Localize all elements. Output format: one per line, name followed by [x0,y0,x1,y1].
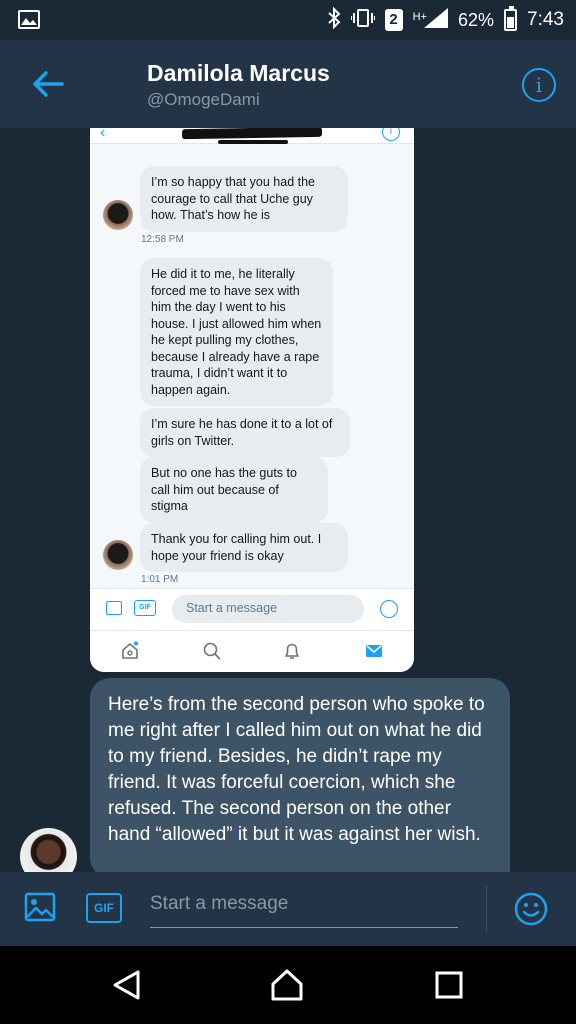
screenshot-notifications-icon [282,641,302,666]
battery-icon [504,6,518,31]
clock: 7:43 [527,9,564,30]
recent-apps-icon[interactable] [432,968,466,1002]
shared-screenshot-image[interactable]: ‹ i I’m so happy that you had the courag… [90,128,414,672]
battery-percent: 62% [457,9,495,30]
screenshot-search-icon [202,641,222,666]
vibrate-icon [349,8,376,33]
screenshot-gif-icon: GIF [134,600,156,616]
screenshot-timestamp: 1:01 PM [141,574,179,585]
screenshot-topbar: ‹ i [90,128,414,144]
message-composer: GIF Start a message [0,872,576,946]
screenshot-image-icon [106,601,122,615]
gif-button[interactable]: GIF [86,893,122,923]
screenshot-tab-bar [90,630,414,672]
back-triangle-icon[interactable] [110,968,144,1002]
info-icon[interactable]: i [522,68,556,102]
screenshot-avatar [103,200,133,230]
divider [486,886,487,932]
screenshot-message: But no one has the guts to call him out … [140,457,328,523]
screenshot-home-icon [120,641,140,666]
redaction-scribble [218,140,288,144]
screenshot-message: He did it to me, he literally forced me … [140,258,333,406]
bluetooth-icon [327,6,341,34]
screenshot-message: I’m so happy that you had the courage to… [140,166,348,232]
home-icon[interactable] [270,968,304,1002]
screenshot-message: I’m sure he has done it to a lot of girl… [140,408,350,457]
gallery-notification-icon [18,10,40,29]
screenshot-message-input: Start a message [172,595,364,623]
system-navigation-bar [0,946,576,1024]
back-arrow-icon[interactable] [30,66,66,102]
conversation-header: Damilola Marcus @OmogeDami i [0,40,576,128]
signal-icon: H+ [412,7,448,33]
sim-slot-badge: 2 [384,9,403,31]
screenshot-avatar [103,540,133,570]
message-bubble[interactable]: Here’s from the second person who spoke … [90,678,510,872]
message-input[interactable]: Start a message [150,890,458,928]
status-bar: 2 H+ 62% 7:43 [0,0,576,40]
screenshot-messages-icon [364,641,384,666]
screenshot-timestamp: 12:58 PM [141,234,184,245]
contact-handle: @OmogeDami [147,90,260,109]
image-icon[interactable] [24,891,56,923]
contact-name[interactable]: Damilola Marcus [147,60,330,87]
conversation-area[interactable]: ‹ i I’m so happy that you had the courag… [0,128,576,872]
avatar[interactable] [20,828,77,872]
screenshot-back-icon: ‹ [100,128,106,141]
screenshot-info-icon: i [382,128,400,141]
screenshot-composer: GIF Start a message [90,588,414,630]
screenshot-message: Thank you for calling him out. I hope yo… [140,523,348,572]
screenshot-emoji-icon [380,600,398,618]
emoji-icon[interactable] [514,892,548,926]
redaction-scribble [181,128,323,140]
network-type: H+ [412,10,427,23]
